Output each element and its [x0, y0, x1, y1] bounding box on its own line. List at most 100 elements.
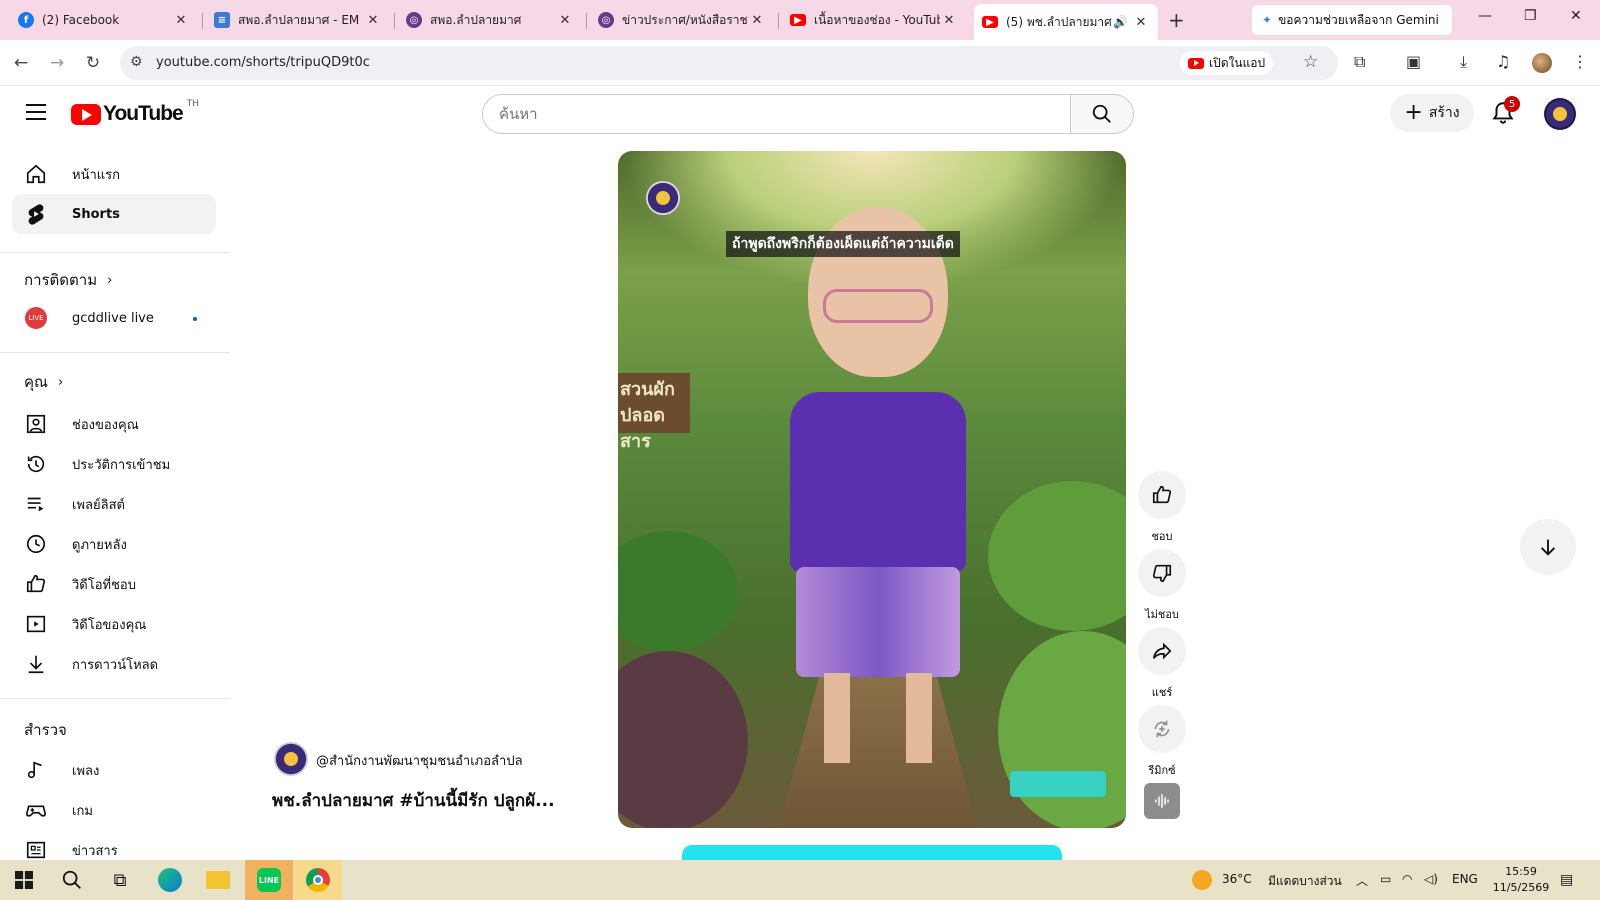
bookmark-star-icon[interactable]: ☆	[1303, 52, 1318, 72]
browser-tab-bar: f (2) Facebook ✕ ≡ สพอ.ลำปลายมาศ - EM D …	[0, 0, 1600, 40]
speaker-icon[interactable]: 🔊	[1113, 15, 1128, 29]
address-bar[interactable]: ⚙ youtube.com/shorts/tripuQD9t0c เปิดในแ…	[120, 46, 1338, 80]
notifications-icon[interactable]: ▤	[1560, 872, 1573, 888]
download-icon[interactable]: ⤓	[1460, 52, 1467, 72]
volume-icon[interactable]: ◁)	[1424, 872, 1438, 886]
tab-announcements[interactable]: ◎ ข่าวประกาศ/หนังสือราชกา ✕	[590, 6, 774, 34]
sidebar-item-shorts[interactable]: Shorts	[12, 194, 216, 234]
browser-profile-avatar[interactable]	[1532, 53, 1552, 73]
chevron-right-icon: ›	[57, 374, 64, 390]
shorts-video-player[interactable]: สวนผัก ปลอดสาร ถ้าพูดถึงพริกก็ต้องเผ็ดแต…	[618, 151, 1126, 828]
sidebar-item-your-videos[interactable]: วิดีโอของคุณ	[12, 604, 216, 644]
reload-button[interactable]: ↻	[80, 50, 106, 76]
back-button[interactable]: ←	[8, 50, 34, 76]
tab-facebook[interactable]: f (2) Facebook ✕	[10, 6, 198, 34]
sidebar-item-your-channel[interactable]: ช่องของคุณ	[12, 404, 216, 444]
media-control-icon[interactable]: ♫	[1496, 52, 1510, 71]
close-icon[interactable]: ✕	[556, 13, 574, 28]
window-close-icon[interactable]: ✕	[1570, 8, 1582, 24]
tab-youtube-studio[interactable]: ▶ เนื้อหาของช่อง - YouTube ✕	[782, 6, 966, 34]
account-avatar[interactable]	[1544, 98, 1576, 130]
history-icon	[24, 452, 48, 476]
sidebar-item-gaming[interactable]: เกม	[12, 790, 216, 830]
share-button[interactable]: แชร์	[1138, 627, 1186, 701]
you-heading[interactable]: คุณ ›	[24, 370, 63, 394]
home-icon	[24, 162, 48, 186]
input-language[interactable]: ENG	[1452, 872, 1478, 886]
watch-later-icon	[24, 532, 48, 556]
sidebar-item-playlists[interactable]: เพลย์ลิสต์	[12, 484, 216, 524]
close-icon[interactable]: ✕	[172, 13, 190, 28]
share-icon	[1152, 642, 1172, 660]
menu-icon[interactable]	[26, 104, 46, 125]
search-box	[482, 94, 1076, 134]
open-in-app-button[interactable]: เปิดในแอป	[1180, 51, 1274, 75]
system-clock[interactable]: 15:59 11/5/2569	[1486, 864, 1556, 896]
sidebar-item-downloads[interactable]: การดาวน์โหลด	[12, 644, 216, 684]
search-button[interactable]	[1070, 94, 1134, 134]
weather-icon[interactable]	[1188, 866, 1216, 894]
dislike-button[interactable]: ไม่ชอบ	[1138, 549, 1186, 623]
tab-em-docs[interactable]: ≡ สพอ.ลำปลายมาศ - EM D ✕	[206, 6, 390, 34]
facebook-icon: f	[18, 12, 34, 28]
like-button[interactable]: ชอบ	[1138, 471, 1186, 545]
windows-start-icon[interactable]	[10, 866, 38, 894]
sidebar-item-liked-videos[interactable]: วิดีโอที่ชอบ	[12, 564, 216, 604]
line-app-icon[interactable]: LINE	[255, 866, 283, 894]
close-icon[interactable]: ✕	[940, 13, 958, 28]
arrow-down-icon	[1540, 539, 1556, 556]
forward-button[interactable]: →	[44, 50, 70, 76]
sidebar-item-home[interactable]: หน้าแรก	[12, 154, 216, 194]
sidebar-item-gcddlive[interactable]: LIVE gcddlive live	[12, 298, 216, 338]
subscriptions-heading[interactable]: การติดตาม ›	[24, 268, 112, 292]
youtube-play-icon	[71, 103, 101, 125]
channel-avatar: LIVE	[24, 306, 48, 330]
next-short-button[interactable]	[1520, 519, 1576, 575]
chevron-up-icon[interactable]: ︿	[1356, 872, 1368, 889]
sidebar-item-news[interactable]: ข่าวสาร	[12, 830, 216, 859]
tab-sporlamplaimat[interactable]: ◎ สพอ.ลำปลายมาศ ✕	[398, 6, 582, 34]
search-input[interactable]	[483, 95, 1075, 133]
sidebar-item-history[interactable]: ประวัติการเข้าชม	[12, 444, 216, 484]
video-scene-plant	[618, 651, 748, 828]
sidebar: หน้าแรก Shorts การติดตาม › LIVE gcddlive…	[0, 144, 230, 859]
tab-search-icon[interactable]: ▣	[1406, 52, 1421, 71]
restore-icon[interactable]: ❐	[1524, 8, 1537, 24]
file-explorer-icon[interactable]	[204, 866, 232, 894]
browser-menu-icon[interactable]: ⋮	[1572, 52, 1588, 71]
sidebar-item-music[interactable]: เพลง	[12, 750, 216, 790]
taskbar-search-icon[interactable]	[58, 866, 86, 894]
create-button[interactable]: + สร้าง	[1390, 94, 1474, 132]
channel-name[interactable]: @สำนักงานพัฒนาชุมชนอำเภอลำปล	[316, 750, 523, 771]
site-info-icon[interactable]: ⚙	[130, 54, 143, 70]
chevron-right-icon: ›	[107, 272, 113, 288]
task-view-icon[interactable]: ⧉	[106, 866, 134, 894]
tab-active-shorts[interactable]: ▶ (5) พช.ลำปลายมาศ # 🔊 ✕	[974, 4, 1158, 40]
youtube-icon: ▶	[790, 14, 806, 26]
meet-icon[interactable]: ▭	[1380, 872, 1391, 886]
remix-button[interactable]: รีมิกซ์	[1138, 705, 1186, 779]
video-scene-plant	[988, 481, 1126, 631]
your-videos-icon	[24, 612, 48, 636]
wifi-icon[interactable]: ◠	[1402, 872, 1412, 886]
youtube-icon: ▶	[982, 16, 998, 28]
close-icon[interactable]: ✕	[1132, 15, 1150, 30]
explore-heading: สำรวจ	[24, 721, 67, 739]
audio-track-button[interactable]	[1144, 783, 1180, 819]
minimize-icon[interactable]: —	[1478, 8, 1492, 24]
search-icon	[1092, 104, 1111, 123]
video-title[interactable]: พช.ลำปลายมาศ #บ้านนี้มีรัก ปลูกผั...	[272, 787, 604, 814]
extensions-icon[interactable]: ⧉	[1354, 52, 1365, 72]
thumbs-down-icon	[1152, 564, 1172, 583]
emblem-icon: ◎	[598, 12, 614, 28]
sidebar-item-watch-later[interactable]: ดูภายหลัง	[12, 524, 216, 564]
chrome-icon[interactable]	[304, 866, 332, 894]
gemini-button[interactable]: ✦ ขอความช่วยเหลือจาก Gemini	[1252, 5, 1452, 35]
new-tab-button[interactable]: +	[1168, 8, 1185, 32]
youtube-logo[interactable]: YouTube TH	[71, 99, 199, 126]
channel-avatar[interactable]	[274, 742, 308, 776]
close-icon[interactable]: ✕	[748, 13, 766, 28]
browser-toolbar: ← → ↻ ⚙ youtube.com/shorts/tripuQD9t0c เ…	[0, 40, 1600, 86]
edge-icon[interactable]	[156, 866, 184, 894]
close-icon[interactable]: ✕	[364, 13, 382, 28]
